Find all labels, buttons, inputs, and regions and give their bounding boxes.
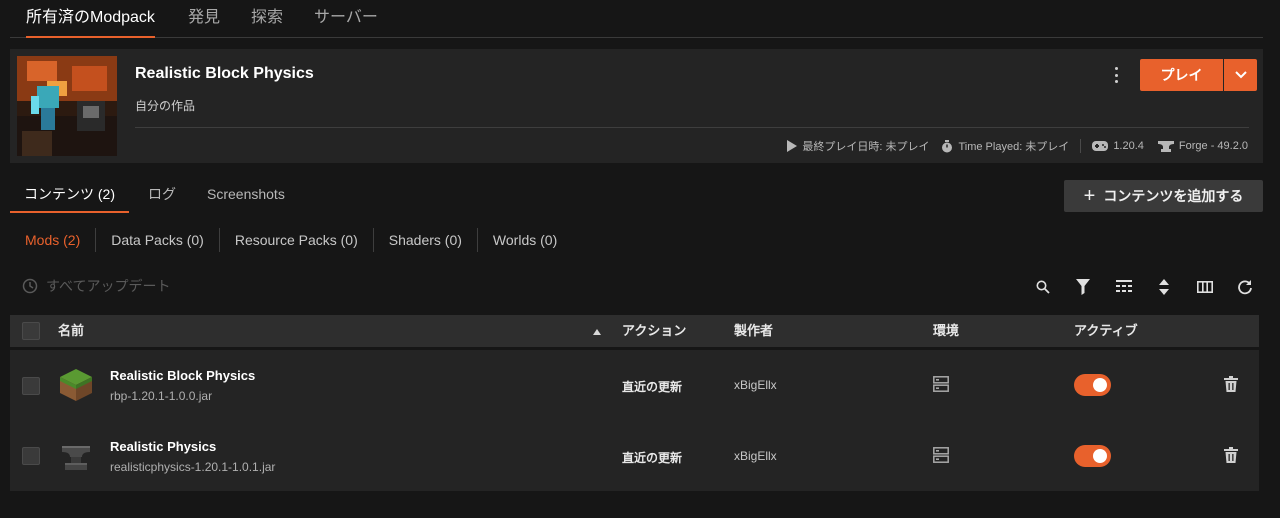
top-nav: 所有済のModpack 発見 探索 サーバー [10, 0, 1263, 38]
search-icon[interactable] [1034, 278, 1052, 296]
content-filters: Mods (2) Data Packs (0) Resource Packs (… [25, 228, 572, 252]
mod-name[interactable]: Realistic Physics [110, 439, 216, 454]
trash-icon[interactable] [1224, 376, 1238, 395]
row-checkbox[interactable] [22, 377, 40, 395]
filter-data-packs[interactable]: Data Packs (0) [95, 228, 219, 252]
time-played: Time Played: 未プレイ [958, 141, 1070, 153]
modpack-header: Realistic Block Physics 自分の作品 プレイ 最終プレイ日… [10, 49, 1263, 163]
mod-action[interactable]: 直近の更新 [622, 378, 682, 395]
refresh-icon[interactable] [1236, 278, 1254, 296]
last-played: 最終プレイ日時: 未プレイ [802, 141, 930, 153]
row-checkbox[interactable] [22, 447, 40, 465]
mods-table: Realistic Block Physics rbp-1.20.1-1.0.0… [10, 350, 1259, 491]
select-all-checkbox[interactable] [22, 322, 40, 340]
density-icon[interactable] [1115, 278, 1133, 296]
chevron-down-icon [1234, 71, 1247, 79]
column-name[interactable]: 名前 [58, 315, 84, 347]
filter-icon[interactable] [1074, 278, 1092, 296]
server-icon [933, 376, 949, 395]
modpack-subtitle: 自分の作品 [135, 99, 196, 113]
table-row: Realistic Block Physics rbp-1.20.1-1.0.0… [10, 350, 1259, 420]
play-button[interactable]: プレイ [1140, 59, 1223, 91]
tab-servers[interactable]: サーバー [314, 0, 378, 38]
filter-worlds[interactable]: Worlds (0) [476, 228, 572, 252]
gamepad-icon [1092, 141, 1109, 151]
mod-file: realisticphysics-1.20.1-1.0.1.jar [110, 460, 276, 474]
stopwatch-icon [941, 139, 953, 153]
active-toggle[interactable] [1074, 445, 1111, 467]
column-environment[interactable]: 環境 [933, 315, 959, 347]
tab-logs[interactable]: ログ [148, 176, 176, 213]
modpack-meta: 最終プレイ日時: 未プレイ Time Played: 未プレイ 1.20.4 F… [787, 137, 1248, 155]
column-active[interactable]: アクティブ [1074, 315, 1138, 347]
table-row: Realistic Physics realisticphysics-1.20.… [10, 421, 1259, 491]
mod-file: rbp-1.20.1-1.0.0.jar [110, 389, 213, 403]
plus-icon: + [1083, 185, 1096, 207]
active-toggle[interactable] [1074, 374, 1111, 396]
table-header: 名前 アクション 製作者 環境 アクティブ [10, 315, 1259, 347]
modpack-thumbnail [17, 56, 117, 156]
sort-icon[interactable] [1155, 278, 1173, 296]
mod-action[interactable]: 直近の更新 [622, 449, 682, 466]
add-content-button[interactable]: + コンテンツを追加する [1064, 180, 1263, 212]
tab-discover[interactable]: 発見 [188, 0, 220, 38]
columns-icon[interactable] [1196, 278, 1214, 296]
anvil-icon [1157, 140, 1174, 152]
filter-shaders[interactable]: Shaders (0) [372, 228, 477, 252]
mod-loader: Forge - 49.2.0 [1178, 140, 1248, 152]
trash-icon[interactable] [1224, 447, 1238, 466]
modpack-title: Realistic Block Physics [135, 65, 314, 82]
divider [135, 127, 1249, 128]
mod-author: xBigEllx [734, 449, 777, 463]
filter-resource-packs[interactable]: Resource Packs (0) [218, 228, 373, 252]
mod-author: xBigEllx [734, 378, 777, 392]
column-author[interactable]: 製作者 [734, 315, 773, 347]
tab-owned-modpacks[interactable]: 所有済のModpack [26, 0, 155, 38]
update-all-button[interactable]: すべてアップデート [22, 276, 170, 296]
history-icon [22, 278, 38, 294]
sort-asc-icon[interactable] [593, 315, 601, 347]
column-action: アクション [622, 323, 687, 338]
more-options-icon[interactable] [1109, 65, 1123, 85]
anvil-block-icon [58, 438, 94, 474]
play-dropdown-button[interactable] [1224, 59, 1257, 91]
minecraft-version: 1.20.4 [1113, 140, 1144, 152]
filter-mods[interactable]: Mods (2) [25, 228, 95, 252]
grass-block-icon [58, 367, 94, 403]
server-icon [933, 447, 949, 466]
mod-name[interactable]: Realistic Block Physics [110, 368, 255, 383]
tab-screenshots[interactable]: Screenshots [207, 176, 285, 213]
tab-explore[interactable]: 探索 [251, 0, 283, 38]
play-icon [787, 140, 798, 152]
tab-contents[interactable]: コンテンツ (2) [10, 176, 129, 213]
